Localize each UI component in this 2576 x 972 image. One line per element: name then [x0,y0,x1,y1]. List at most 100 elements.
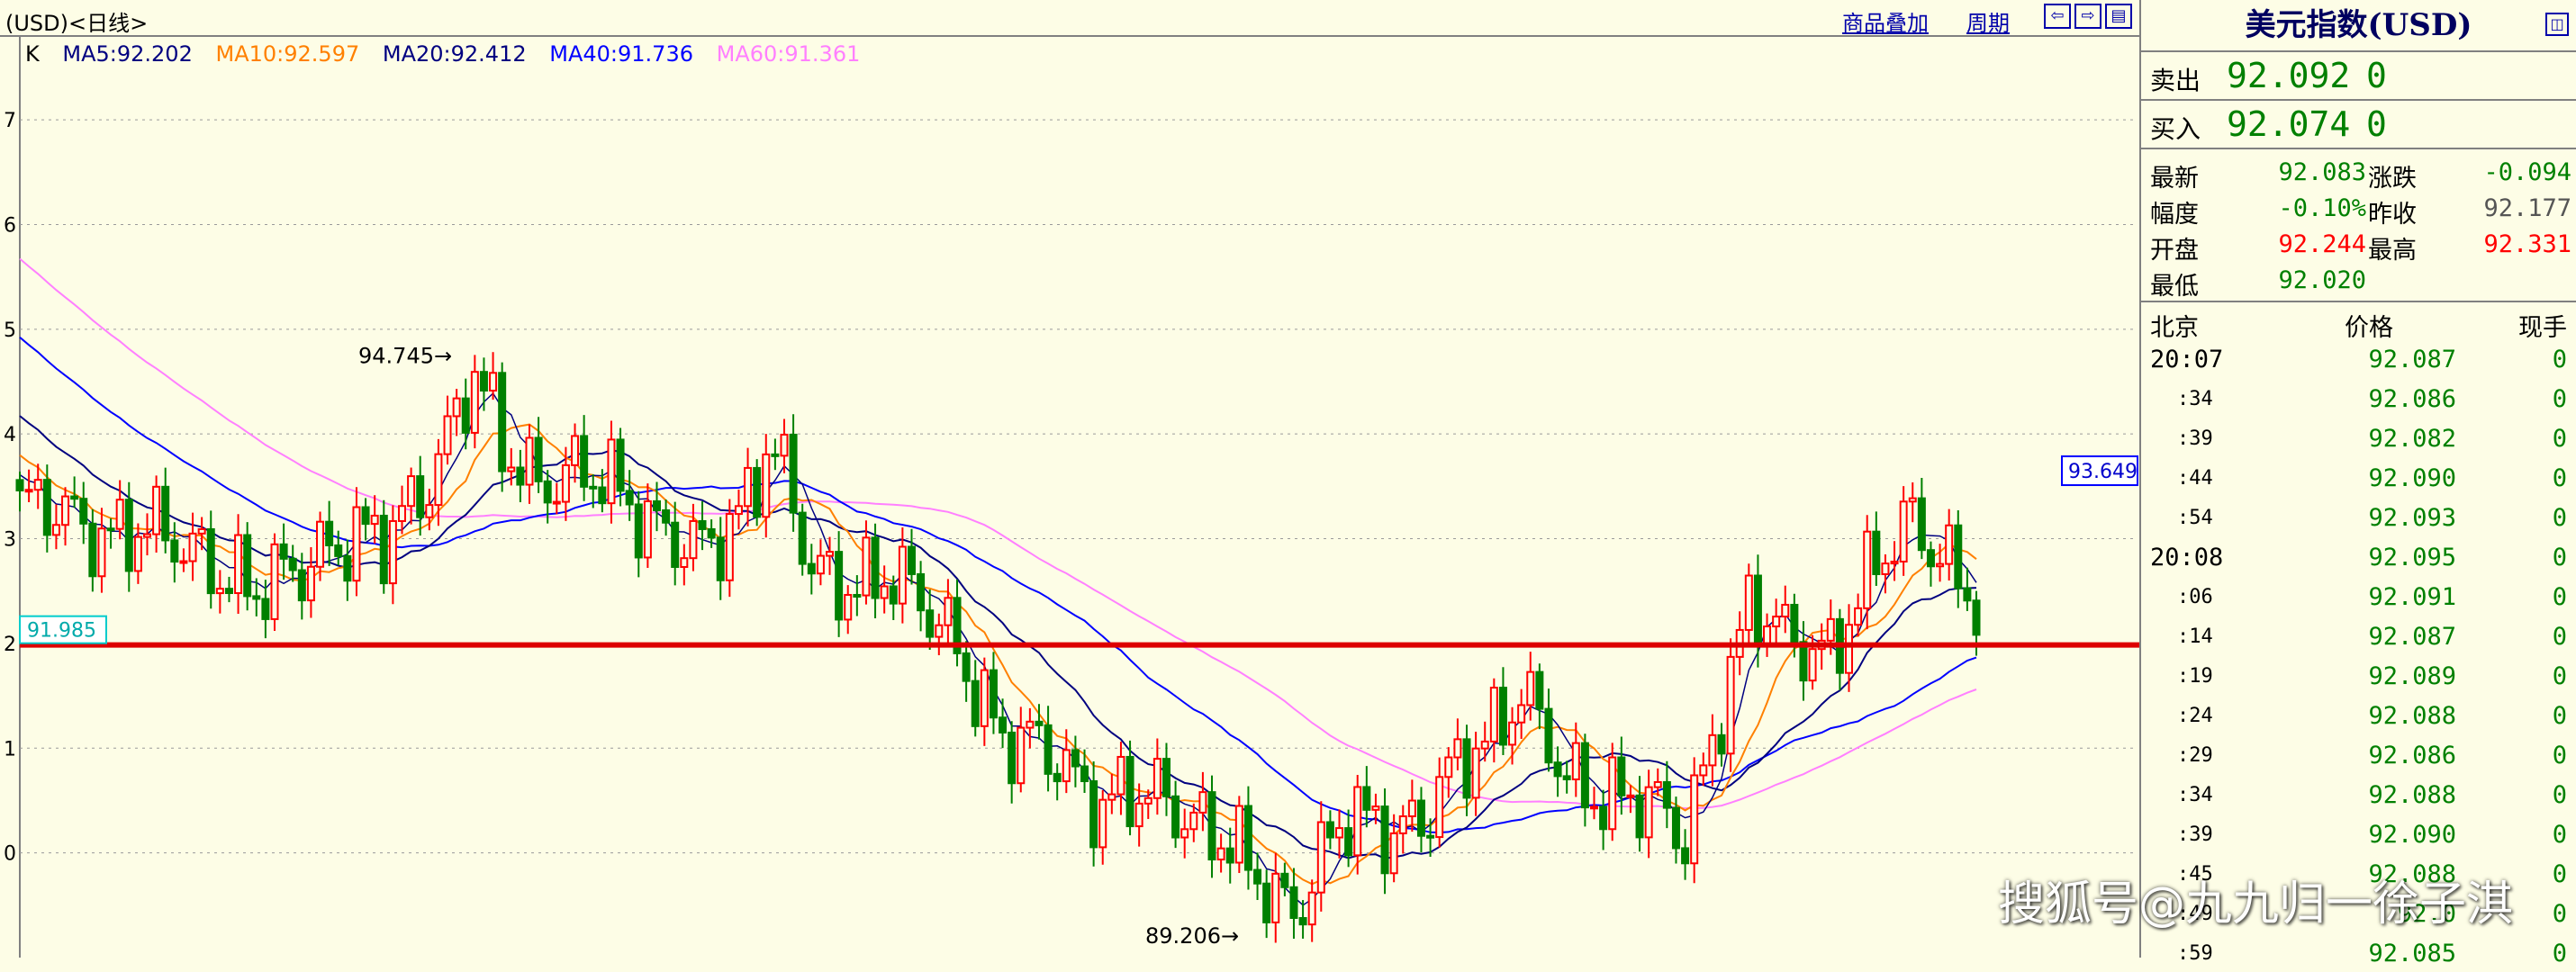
stats-row: 开盘 92.244 最高 92.331 [2141,225,2576,265]
candle-body-down [170,539,179,563]
candle-body-down [534,436,543,482]
candle-body-up [1026,720,1035,729]
stat-value: 92.177 [2483,194,2571,222]
candle-body-down [907,545,916,575]
tick-time: :39 [2177,428,2213,450]
legend-k: K [25,41,40,67]
candle-body-up [425,504,434,518]
candle-body-up [1626,794,1635,798]
tick-volume: 0 [2552,504,2567,532]
candle-body-down [42,479,51,536]
tick-price: 92.088 [2368,702,2456,730]
tick-volume: 0 [2552,346,2567,374]
candle-body-up [1062,749,1071,783]
candle-body-down [1872,530,1881,575]
panel-toggle-icon[interactable]: ▤ [2105,4,2132,29]
arrow-left-icon[interactable]: ⇦ [2044,4,2071,29]
candle-body-up [1826,617,1835,642]
tick-row: 20:07 92.087 0 [2141,338,2576,378]
tick-row: :34 92.088 0 [2141,774,2576,814]
candle-body-up [1398,815,1407,834]
candle-body-up [1508,721,1517,746]
candle-body-up [1480,740,1489,750]
close-icon[interactable]: ◫ [2545,13,2569,36]
candle-body-up [1216,847,1225,860]
candle-body-up [1608,756,1617,831]
candle-body-down [416,475,425,518]
tick-volume: 0 [2552,662,2567,690]
tick-price: 92.091 [2368,583,2456,611]
candle-body-down [1362,786,1371,811]
candle-body-up [1517,704,1526,724]
candle-body-up [1590,806,1599,810]
candle-body-up [24,489,33,493]
candle-body-up [306,565,315,602]
tick-volume: 0 [2552,385,2567,413]
candle-body-up [935,624,944,638]
candle-body-up [270,543,279,620]
candle-body-down [1954,524,1963,590]
tick-row: :44 92.090 0 [2141,457,2576,497]
candle-body-up [1845,624,1854,674]
tick-volume: 0 [2552,781,2567,809]
candle-body-up [1890,560,1899,565]
arrow-right-icon[interactable]: ⇨ [2074,4,2101,29]
tick-price: 92.095 [2368,544,2456,572]
candle-body-down [671,521,680,568]
candle-body-up [61,495,70,526]
candle-body-up [1198,791,1207,814]
candle-body-down [1462,738,1471,799]
candle-body-up [1017,726,1026,785]
candle-body-up [1444,756,1453,778]
y-tick-label: 4 [4,424,16,446]
candlestick-chart[interactable]: 7 6 5 4 3 2 1 0 91.985 93.649 94.745→ 89.206→ [0,0,2139,958]
y-tick-label: 3 [4,529,16,552]
candle-body-down [1262,882,1271,923]
candle-body-down [1671,806,1680,850]
buy-quote-row: 买入 92.074 0 [2141,101,2576,149]
candle-body-down [1089,780,1098,849]
candle-body-up [179,560,188,564]
candle-body-up [561,464,570,503]
candle-body-up [725,513,734,581]
candle-body-up [571,435,580,466]
candle-body-up [370,514,379,526]
overlay-link[interactable]: 商品叠加 [1842,5,1929,37]
tick-price: 92.090 [2368,464,2456,492]
candle-body-up [1863,530,1872,609]
candle-body-down [971,680,980,727]
tick-volume: 0 [2552,702,2567,730]
candle-body-down [334,544,343,557]
candle-body-up [1945,524,1954,565]
candle-body-up [1908,497,1917,503]
tick-time: :39 [2177,824,2213,846]
candle-body-up [115,499,124,530]
candle-body-up [1489,687,1498,742]
tick-row: :29 92.086 0 [2141,734,2576,774]
candle-body-down [1681,847,1690,865]
stats-row: 幅度 -0.10% 昨收 92.177 [2141,189,2576,229]
candle-body-down [989,669,998,719]
candle-body-down [1753,574,1762,648]
candle-body-down [1553,761,1562,778]
quote-panel: 美元指数(USD) ◫ 卖出 92.092 0 买入 92.074 0 最新 92… [2139,0,2576,968]
candle-body-down [1426,834,1435,839]
candle-body-down [580,435,589,488]
tick-time: :14 [2177,626,2213,648]
stats-row: 最新 92.083 涨跌 -0.094 [2141,153,2576,193]
period-link[interactable]: 周期 [1966,5,2010,37]
candle-body-down [652,500,661,511]
candle-body-up [1234,805,1243,864]
y-tick-label: 6 [4,214,16,237]
candle-body-down [616,438,625,492]
candle-body-up [1526,670,1535,706]
candle-body-up [1116,755,1125,796]
candle-body-up [1644,786,1653,839]
tick-volume: 0 [2552,623,2567,651]
candle-body-up [816,554,825,575]
candle-body-down [1253,868,1262,885]
stats-table: 最新 92.083 涨跌 -0.094 幅度 -0.10% 昨收 92.177 开盘 92.244… [2141,149,2576,302]
candle-body-down [1325,821,1334,839]
candle-body-up [407,475,416,508]
candle-body-up [97,527,106,578]
